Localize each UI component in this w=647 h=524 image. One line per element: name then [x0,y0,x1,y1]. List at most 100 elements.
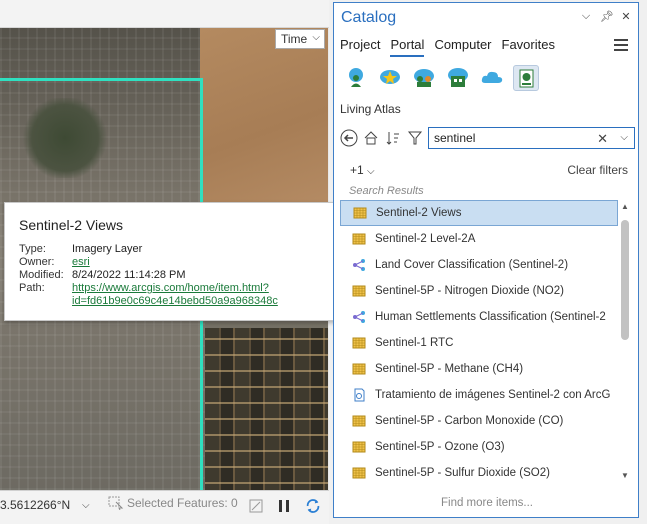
search-input[interactable]: sentinel ✕ ⌵ [428,127,635,149]
result-label: Sentinel-5P - Methane (CH4) [375,363,524,375]
tab-project[interactable]: Project [340,37,380,57]
my-favorites-icon[interactable] [377,65,403,91]
imagery-layer-icon [352,414,366,428]
scroll-down-icon[interactable]: ▼ [620,471,630,481]
imagery-layer-icon [352,440,366,454]
coordinate-readout: 3.5612266°N [0,498,71,512]
chevron-down-icon: ⌵ [312,32,320,43]
portal-source-bar [343,65,539,91]
popup-key: Owner: [19,256,55,268]
imagery-layer-icon [352,466,366,480]
result-item[interactable]: Human Settlements Classification (Sentin… [340,304,618,330]
popup-key: Path: [19,282,45,294]
result-item[interactable]: Sentinel-5P - Ozone (O3) [340,434,618,460]
chevron-down-icon[interactable]: ⌵ [620,132,628,143]
story-document-icon [352,388,366,402]
selected-features-label: Selected Features: 0 [127,496,238,510]
results-scrollbar[interactable]: ▲ ▼ [619,200,631,483]
popup-row-modified: Modified: 8/24/2022 11:14:28 PM [19,269,322,282]
imagery-layer-icon [353,206,367,220]
agricultural-fields [205,328,328,490]
tab-computer[interactable]: Computer [434,37,491,57]
popup-row-path-cont: id=fd61b9e0c69c4e14bebd50a9a968348c [19,295,322,308]
result-label: Sentinel-2 Views [376,207,462,219]
time-dropdown[interactable]: Time ⌵ [275,29,325,49]
active-filters-count: +1 [350,163,364,177]
sort-icon [386,132,399,145]
map-top-strip [0,0,329,28]
result-label: Sentinel-5P - Sulfur Dioxide (SO2) [375,467,550,479]
result-label: Sentinel-2 Level-2A [375,233,476,245]
popup-key: Modified: [19,269,64,281]
result-label: Sentinel-5P - Ozone (O3) [375,441,505,453]
result-item[interactable]: Sentinel-5P - Sulfur Dioxide (SO2) [340,460,618,483]
result-label: Human Settlements Classification (Sentin… [375,311,606,323]
my-organization-icon[interactable] [445,65,471,91]
tab-favorites[interactable]: Favorites [502,37,555,57]
back-arrow-icon [340,129,358,147]
clear-filters-button[interactable]: Clear filters [567,163,628,177]
catalog-tabs: Project Portal Computer Favorites [340,37,555,57]
result-label: Sentinel-1 RTC [375,337,454,349]
scroll-thumb[interactable] [621,220,629,340]
clear-search-icon[interactable]: ✕ [597,131,608,147]
result-label: Tratamiento de imágenes Sentinel-2 con A… [375,389,611,401]
result-item[interactable]: Sentinel-2 Views [340,200,618,226]
result-item[interactable]: Sentinel-5P - Carbon Monoxide (CO) [340,408,618,434]
home-icon [364,131,378,145]
path-link-cont[interactable]: id=fd61b9e0c69c4e14bebd50a9a968348c [72,295,278,308]
result-label: Sentinel-5P - Carbon Monoxide (CO) [375,415,564,427]
path-link[interactable]: https://www.arcgis.com/home/item.html? [72,282,269,295]
filter-icon [407,131,423,145]
search-row: sentinel ✕ ⌵ [339,127,635,149]
my-content-icon[interactable] [343,65,369,91]
chevron-down-icon: ⌵ [367,166,375,177]
menu-icon[interactable] [614,39,628,51]
catalog-title: Catalog [341,9,397,26]
popup-value: Imagery Layer [72,243,143,255]
clear-selection-icon[interactable] [247,498,265,514]
result-item[interactable]: Sentinel-5P - Methane (CH4) [340,356,618,382]
result-item[interactable]: Tratamiento de imágenes Sentinel-2 con A… [340,382,618,408]
tab-portal[interactable]: Portal [390,37,425,57]
selected-features-indicator[interactable]: Selected Features: 0 [108,496,238,510]
result-item[interactable]: Sentinel-2 Level-2A [340,226,618,252]
pane-controls: ⌵ 📌︎ ✕ [580,10,632,23]
pin-icon[interactable]: 📌︎ [600,10,614,23]
imagery-layer-icon [352,336,366,350]
time-dropdown-label: Time [281,32,308,46]
home-button[interactable] [361,128,381,148]
active-filters-dropdown[interactable]: +1 ⌵ [350,163,375,177]
popup-row-path: Path: https://www.arcgis.com/home/item.h… [19,282,322,295]
find-more-items-link[interactable]: Find more items... [334,497,640,509]
popup-value: 8/24/2022 11:14:28 PM [72,269,186,281]
pause-drawing-icon[interactable] [275,498,293,514]
imagery-layer-icon [352,362,366,376]
result-item[interactable]: Land Cover Classification (Sentinel-2) [340,252,618,278]
chevron-down-icon[interactable]: ⌵ [580,10,592,23]
popup-title: Sentinel-2 Views [19,217,124,233]
filter-button[interactable] [405,128,425,148]
item-info-popup: Sentinel-2 Views Type: Imagery Layer Own… [4,202,337,321]
results-label: Search Results [349,185,424,197]
app-window: Time ⌵ 3.5612266°N ⌵ Selected Features: … [0,0,647,524]
refresh-icon[interactable] [304,498,322,514]
select-features-icon [108,496,124,510]
result-label: Land Cover Classification (Sentinel-2) [375,259,569,271]
catalog-pane: Catalog ⌵ 📌︎ ✕ Project Portal Computer F… [333,2,639,518]
back-button[interactable] [339,128,359,148]
map-status-bar: 3.5612266°N ⌵ Selected Features: 0 [0,490,329,524]
my-groups-icon[interactable] [411,65,437,91]
chevron-down-icon[interactable]: ⌵ [82,500,90,511]
close-icon[interactable]: ✕ [620,10,632,23]
sort-button[interactable] [383,128,403,148]
result-item[interactable]: Sentinel-1 RTC [340,330,618,356]
deep-learning-package-icon [352,258,366,272]
arcgis-online-icon[interactable] [479,65,505,91]
imagery-layer-icon [352,232,366,246]
living-atlas-icon[interactable] [513,65,539,91]
owner-link[interactable]: esri [72,256,90,269]
result-item[interactable]: Sentinel-5P - Nitrogen Dioxide (NO2) [340,278,618,304]
scroll-up-icon[interactable]: ▲ [620,202,630,212]
section-label: Living Atlas [340,102,401,116]
